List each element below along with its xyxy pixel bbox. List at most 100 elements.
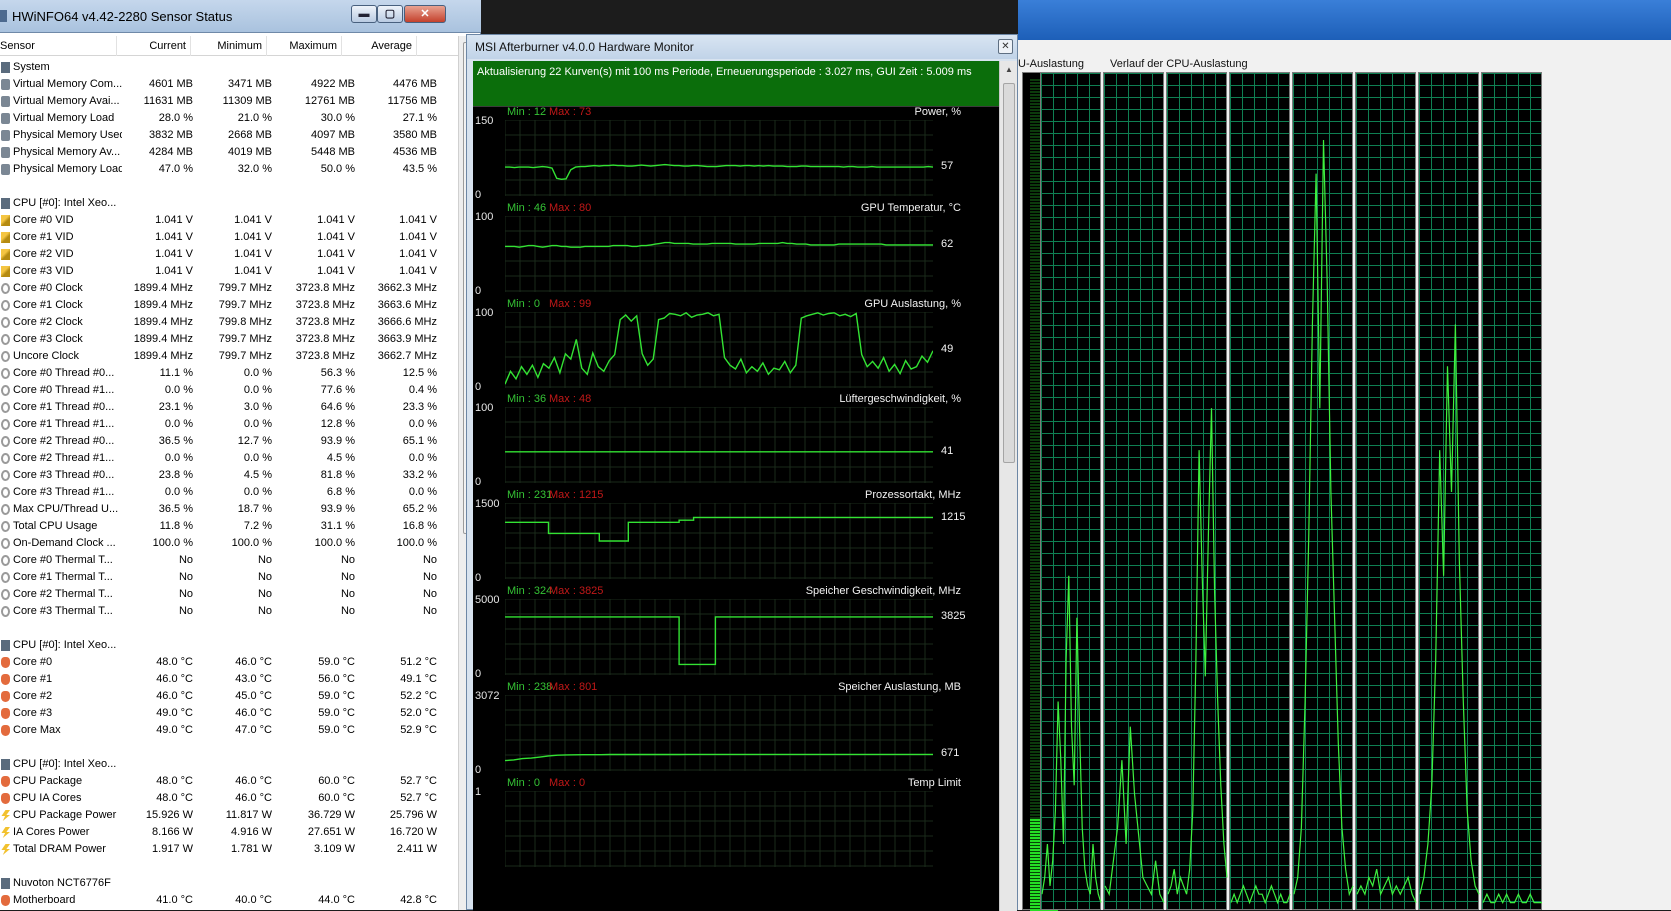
sensor-row[interactable]: Core #0 Clock 1899.4 MHz 799.7 MHz 3723.8 M… [0, 280, 458, 297]
sensor-row[interactable]: Total CPU Usage 11.8 % 7.2 % 31.1 % 16.8 % [0, 518, 458, 535]
sensor-row[interactable]: Core #3 Thread #0... 23.8 % 4.5 % 81.8 % 33.… [0, 467, 458, 484]
sensor-row[interactable]: Core #0 VID 1.041 V 1.041 V 1.041 V 1.041 V [0, 212, 458, 229]
sensor-group-row[interactable]: CPU [#0]: Intel Xeo... [0, 637, 458, 654]
afterburner-close-button[interactable]: ✕ [998, 39, 1013, 54]
sensor-value-avg: 1.041 V [399, 231, 437, 243]
sensor-row[interactable]: Core #1 Thermal T... No No No No [0, 569, 458, 586]
minimize-button[interactable]: ▬ [351, 5, 377, 23]
sensor-value-cur: 28.0 % [158, 112, 193, 124]
sensor-row[interactable]: Motherboard 41.0 °C 40.0 °C 44.0 °C 42.8 °C [0, 892, 458, 909]
sensor-row[interactable]: Core #2 Thread #0... 36.5 % 12.7 % 93.9 % 65… [0, 433, 458, 450]
sensor-row[interactable]: Core #2 Thread #1... 0.0 % 0.0 % 4.5 % 0.0 % [0, 450, 458, 467]
hwinfo-titlebar[interactable]: HWiNFO64 v4.42-2280 Sensor Status ▬ ▢ ✕ [0, 0, 481, 33]
monitor-graph[interactable]: 100 0 Min : 36 Max : 48 Lüftergeschwindigkei… [473, 393, 999, 502]
sensor-row[interactable]: IA Cores Power 8.166 W 4.916 W 27.651 W 16.7… [0, 824, 458, 841]
sensor-row[interactable]: Physical Memory Av... 4284 MB 4019 MB 5448 … [0, 144, 458, 161]
afterburner-scrollbar[interactable]: ▲ [999, 61, 1017, 911]
sensor-row[interactable]: Core #0 48.0 °C 46.0 °C 59.0 °C 51.2 °C [0, 654, 458, 671]
column-header-maximum[interactable]: Maximum [267, 36, 342, 56]
monitor-graph[interactable]: 100 0 Min : 0 Max : 99 GPU Auslastung, % 49 [473, 298, 999, 407]
sensor-row[interactable]: Core #2 VID 1.041 V 1.041 V 1.041 V 1.041 V [0, 246, 458, 263]
sensor-row[interactable]: CPU Package Power 15.926 W 11.817 W 36.729 … [0, 807, 458, 824]
sensor-row[interactable]: Virtual Memory Com... 4601 MB 3471 MB 4922 … [0, 76, 458, 93]
sensor-label-cell: Motherboard [0, 892, 122, 909]
sensor-row[interactable]: Core #1 VID 1.041 V 1.041 V 1.041 V 1.041 V [0, 229, 458, 246]
monitor-graph[interactable]: 3072 0 Min : 238 Max : 801 Speicher Auslastu… [473, 681, 999, 790]
sensor-group-row[interactable]: System [0, 59, 458, 76]
monitor-graph[interactable]: 1 Min : 0 Max : 0 Temp Limit [473, 777, 999, 886]
sensor-value-min: 21.0 % [237, 112, 272, 124]
sensor-value-max: 56.3 % [320, 367, 355, 379]
sensor-row[interactable]: Core #2 Thermal T... No No No No [0, 586, 458, 603]
sensor-label: Core #3 Thread #0... [13, 469, 115, 481]
column-header-sensor[interactable]: Sensor [0, 36, 117, 56]
sensor-row[interactable]: CPU Package 48.0 °C 46.0 °C 60.0 °C 52.7 °C [0, 773, 458, 790]
sensor-value-min: 1.041 V [234, 265, 272, 277]
sensor-value-cur: No [178, 605, 193, 617]
column-header-minimum[interactable]: Minimum [191, 36, 267, 56]
sensor-row[interactable]: Core #1 Clock 1899.4 MHz 799.7 MHz 3723.8 M… [0, 297, 458, 314]
column-header-current[interactable]: Current [117, 36, 191, 56]
monitor-graph[interactable]: 1500 0 Min : 231 Max : 1215 Prozessortakt, M… [473, 489, 999, 598]
sensor-row[interactable]: Core #1 46.0 °C 43.0 °C 56.0 °C 49.1 °C [0, 671, 458, 688]
sensor-row[interactable]: Physical Memory Used 3832 MB 2668 MB 4097 M… [0, 127, 458, 144]
sensor-row[interactable]: Max CPU/Thread U... 36.5 % 18.7 % 93.9 % 65.… [0, 501, 458, 518]
sensor-group-row[interactable]: CPU [#0]: Intel Xeo... [0, 195, 458, 212]
sensor-table-body: System Virtual Memory Com... 4601 MB 3471 M… [0, 59, 458, 909]
sensor-row[interactable]: Core #2 46.0 °C 45.0 °C 59.0 °C 52.2 °C [0, 688, 458, 705]
afterburner-titlebar[interactable]: MSI Afterburner v4.0.0 Hardware Monitor … [467, 35, 1017, 59]
sensor-row[interactable]: Core #1 Thread #1... 0.0 % 0.0 % 12.8 % 0.0 … [0, 416, 458, 433]
sensor-value-cur: 23.1 % [158, 401, 193, 413]
sensor-row[interactable]: Core #0 Thread #0... 11.1 % 0.0 % 56.3 % 12.… [0, 365, 458, 382]
sensor-value-max: 5448 MB [310, 146, 355, 158]
sensor-row[interactable]: Core #0 Thermal T... No No No No [0, 552, 458, 569]
task-manager-titlebar[interactable] [1018, 0, 1671, 40]
scroll-up-icon[interactable]: ▲ [1003, 65, 1015, 74]
sensor-row[interactable]: Core #0 Thread #1... 0.0 % 0.0 % 77.6 % 0.4 … [0, 382, 458, 399]
graph-axis-max: 1 [475, 785, 482, 798]
sensor-value-min: 1.041 V [234, 214, 272, 226]
sensor-value-avg: 1.041 V [399, 248, 437, 260]
close-button[interactable]: ✕ [404, 5, 446, 23]
cpu-history-label: Verlauf der CPU-Auslastung [1110, 58, 1248, 70]
sys-icon [1, 79, 10, 90]
sensor-row[interactable]: CPU IA Cores 48.0 °C 46.0 °C 60.0 °C 52.7 °C [0, 790, 458, 807]
sensor-row[interactable]: Core #3 Clock 1899.4 MHz 799.7 MHz 3723.8 M… [0, 331, 458, 348]
sensor-value-cur: 1.041 V [155, 248, 193, 260]
sensor-row[interactable]: Core #3 Thread #1... 0.0 % 0.0 % 6.8 % 0.0 % [0, 484, 458, 501]
sensor-row[interactable]: Virtual Memory Load 28.0 % 21.0 % 30.0 % 27.… [0, 110, 458, 127]
sensor-label: Core Max [13, 724, 61, 736]
sensor-label: Core #1 Thread #1... [13, 418, 115, 430]
sensor-row[interactable]: Core #1 Thread #0... 23.1 % 3.0 % 64.6 % 23.… [0, 399, 458, 416]
afterburner-scrollbar-thumb[interactable] [1003, 83, 1015, 463]
sensor-row[interactable]: Uncore Clock 1899.4 MHz 799.7 MHz 3723.8 MH… [0, 348, 458, 365]
graph-name: Power, % [914, 106, 961, 118]
sensor-value-max: 3723.8 MHz [295, 282, 355, 294]
task-manager-window: U-Auslastung Verlauf der CPU-Auslastung [1018, 0, 1671, 911]
graph-current-value: 671 [941, 747, 960, 760]
sensor-row[interactable]: Virtual Memory Avai... 11631 MB 11309 MB 12… [0, 93, 458, 110]
sensor-row[interactable]: On-Demand Clock ... 100.0 % 100.0 % 100.0 %… [0, 535, 458, 552]
sensor-group-row[interactable]: Nuvoton NCT6776F [0, 875, 458, 892]
monitor-graph[interactable]: 150 0 Min : 12 Max : 73 Power, % 57 [473, 106, 999, 215]
sensor-value-cur: 4284 MB [148, 146, 193, 158]
monitor-graph[interactable]: 5000 0 Min : 324 Max : 3825 Speicher Geschwi… [473, 585, 999, 694]
sensor-row[interactable]: Physical Memory Load 47.0 % 32.0 % 50.0 % 43… [0, 161, 458, 178]
graph-min-label: Min : 46 [507, 201, 547, 214]
sensor-row[interactable]: Core Max 49.0 °C 47.0 °C 59.0 °C 52.9 °C [0, 722, 458, 739]
sensor-row[interactable]: Core #2 Clock 1899.4 MHz 799.8 MHz 3723.8 M… [0, 314, 458, 331]
pwr-icon [1, 810, 10, 821]
sensor-label-cell: Max CPU/Thread U... [0, 501, 122, 518]
maximize-button[interactable]: ▢ [377, 5, 403, 23]
sensor-row[interactable]: Total DRAM Power 1.917 W 1.781 W 3.109 W 2.4… [0, 841, 458, 858]
monitor-graph[interactable]: 100 0 Min : 46 Max : 80 GPU Temperatur, °C 62 [473, 202, 999, 311]
sensor-row[interactable]: Core #3 VID 1.041 V 1.041 V 1.041 V 1.041 V [0, 263, 458, 280]
sensor-label: Core #2 Clock [13, 316, 83, 328]
cpu-core-history-graph [1040, 72, 1102, 910]
sensor-group-row[interactable]: CPU [#0]: Intel Xeo... [0, 756, 458, 773]
column-header-average[interactable]: Average [342, 36, 417, 56]
vol-icon [1, 266, 10, 277]
sensor-value-min: 43.0 °C [235, 673, 272, 685]
sensor-row[interactable]: Core #3 Thermal T... No No No No [0, 603, 458, 620]
sensor-row[interactable]: Core #3 49.0 °C 46.0 °C 59.0 °C 52.0 °C [0, 705, 458, 722]
